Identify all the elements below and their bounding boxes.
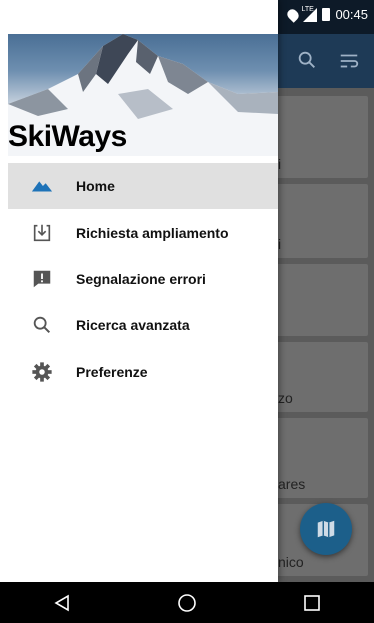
- list-item[interactable]: i: [268, 184, 368, 258]
- navigation-drawer: SkiWays Home Richiesta ampliamento Segna…: [0, 0, 278, 582]
- home-button[interactable]: [157, 582, 217, 623]
- map-fab[interactable]: [300, 503, 352, 555]
- drawer-menu: Home Richiesta ampliamento Segnalazione …: [8, 163, 278, 395]
- battery-icon: [322, 8, 331, 21]
- menu-item-label: Ricerca avanzata: [76, 317, 190, 334]
- back-button[interactable]: [32, 582, 92, 623]
- list-item[interactable]: ares: [268, 418, 368, 498]
- report-icon: [33, 270, 51, 288]
- menu-item-home[interactable]: Home: [8, 163, 278, 210]
- signal-icon: LTE: [301, 5, 318, 22]
- app-title: SkiWays: [8, 120, 127, 153]
- drawer-header: SkiWays: [8, 34, 278, 156]
- menu-item-ricerca-avanzata[interactable]: Ricerca avanzata: [8, 302, 278, 348]
- system-nav-bar: [0, 582, 374, 623]
- location-icon: [285, 6, 302, 23]
- menu-item-label: Segnalazione errori: [76, 270, 206, 287]
- clock: 00:45: [335, 7, 368, 22]
- menu-item-segnalazione-errori[interactable]: Segnalazione errori: [8, 256, 278, 302]
- download-box-icon: [33, 224, 51, 241]
- list-item[interactable]: [268, 264, 368, 336]
- search-icon[interactable]: [296, 49, 318, 71]
- back-icon: [54, 594, 70, 611]
- recents-button[interactable]: [282, 582, 342, 623]
- menu-item-label: Preferenze: [76, 363, 148, 380]
- list-item[interactable]: i: [268, 96, 368, 178]
- gear-icon: [32, 362, 52, 382]
- filter-icon[interactable]: [338, 50, 360, 72]
- recents-icon: [303, 594, 320, 611]
- network-label: LTE: [301, 5, 314, 13]
- menu-item-preferenze[interactable]: Preferenze: [8, 349, 278, 395]
- search-icon: [33, 317, 51, 334]
- list-item[interactable]: zo: [268, 342, 368, 412]
- map-icon: [317, 520, 335, 538]
- menu-item-label: Home: [76, 178, 115, 195]
- menu-item-richiesta-ampliamento[interactable]: Richiesta ampliamento: [8, 209, 278, 255]
- home-icon: [178, 593, 196, 612]
- menu-item-label: Richiesta ampliamento: [76, 224, 229, 241]
- mountain-icon: [31, 181, 53, 192]
